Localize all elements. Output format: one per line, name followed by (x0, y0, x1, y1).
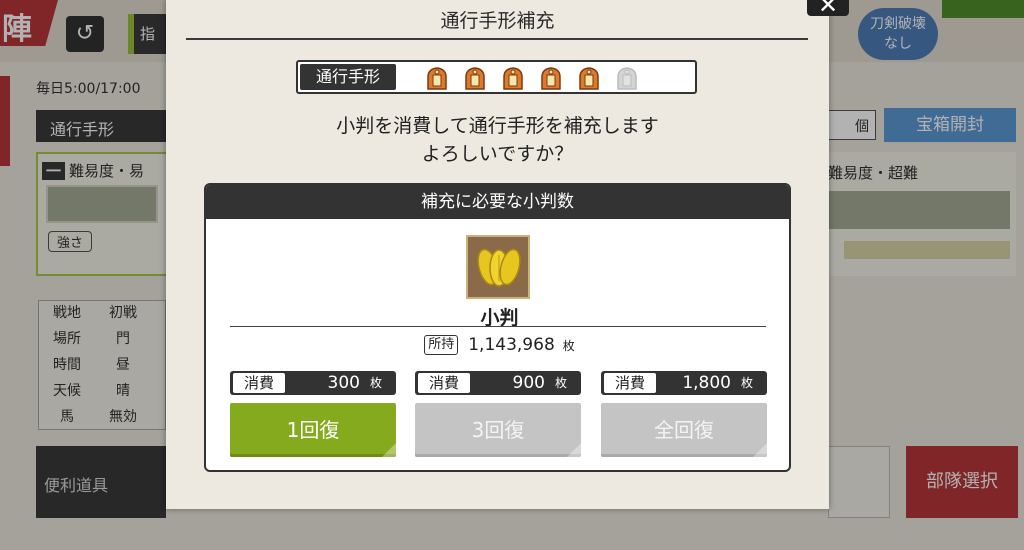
pass-token-icon (422, 65, 452, 91)
cost-label-all: 消費 1,800 枚 (601, 371, 767, 395)
pass-token-icon (498, 65, 528, 91)
cost-tag: 消費 (604, 373, 656, 393)
message-line2: よろしいですか？ (421, 143, 574, 165)
owned-row: 所持 1,143,968 枚 (206, 335, 789, 355)
owned-unit: 枚 (562, 339, 575, 353)
title-divider (186, 38, 808, 40)
pass-token-icon (536, 65, 566, 91)
owned-amount: 1,143,968 (468, 335, 555, 355)
dialog-title: 通行手形補充 (440, 10, 555, 32)
cost-value: 1,800 (682, 373, 731, 393)
recover-all-button[interactable]: 全回復 (601, 403, 767, 457)
owned-tag: 所持 (424, 335, 459, 355)
recover-3-button[interactable]: 3回復 (415, 403, 581, 457)
pass-icons (422, 65, 642, 91)
pass-token-empty-icon (612, 65, 642, 91)
pass-label: 通行手形 (300, 64, 396, 90)
cost-tag: 消費 (233, 373, 285, 393)
pass-status-bar: 通行手形 (296, 60, 697, 94)
pass-refill-dialog: 通行手形補充 通行手形 小判を消費して通行手形を補充します よろしいですか？ 補… (166, 0, 829, 509)
recover-1-button[interactable]: 1回復 (230, 403, 396, 457)
cost-value: 900 (512, 373, 545, 393)
close-icon[interactable]: ✕ (807, 0, 849, 17)
cost-tag: 消費 (418, 373, 470, 393)
cost-unit: 枚 (555, 376, 568, 390)
message-line1: 小判を消費して通行手形を補充します (336, 115, 659, 137)
cost-unit: 枚 (370, 376, 383, 390)
panel-title: 補充に必要な小判数 (206, 185, 789, 219)
cost-value: 300 (327, 373, 360, 393)
cost-label-3: 消費 900 枚 (415, 371, 581, 395)
koban-coin-icon (466, 235, 530, 299)
pass-token-icon (574, 65, 604, 91)
pass-token-icon (460, 65, 490, 91)
cost-label-1: 消費 300 枚 (230, 371, 396, 395)
panel-divider (230, 326, 766, 327)
cost-unit: 枚 (741, 376, 754, 390)
confirm-message: 小判を消費して通行手形を補充します よろしいですか？ (166, 112, 829, 168)
cost-panel: 補充に必要な小判数 小判 所持 1,143,968 枚 消費 300 枚 1回復 消… (204, 183, 791, 472)
